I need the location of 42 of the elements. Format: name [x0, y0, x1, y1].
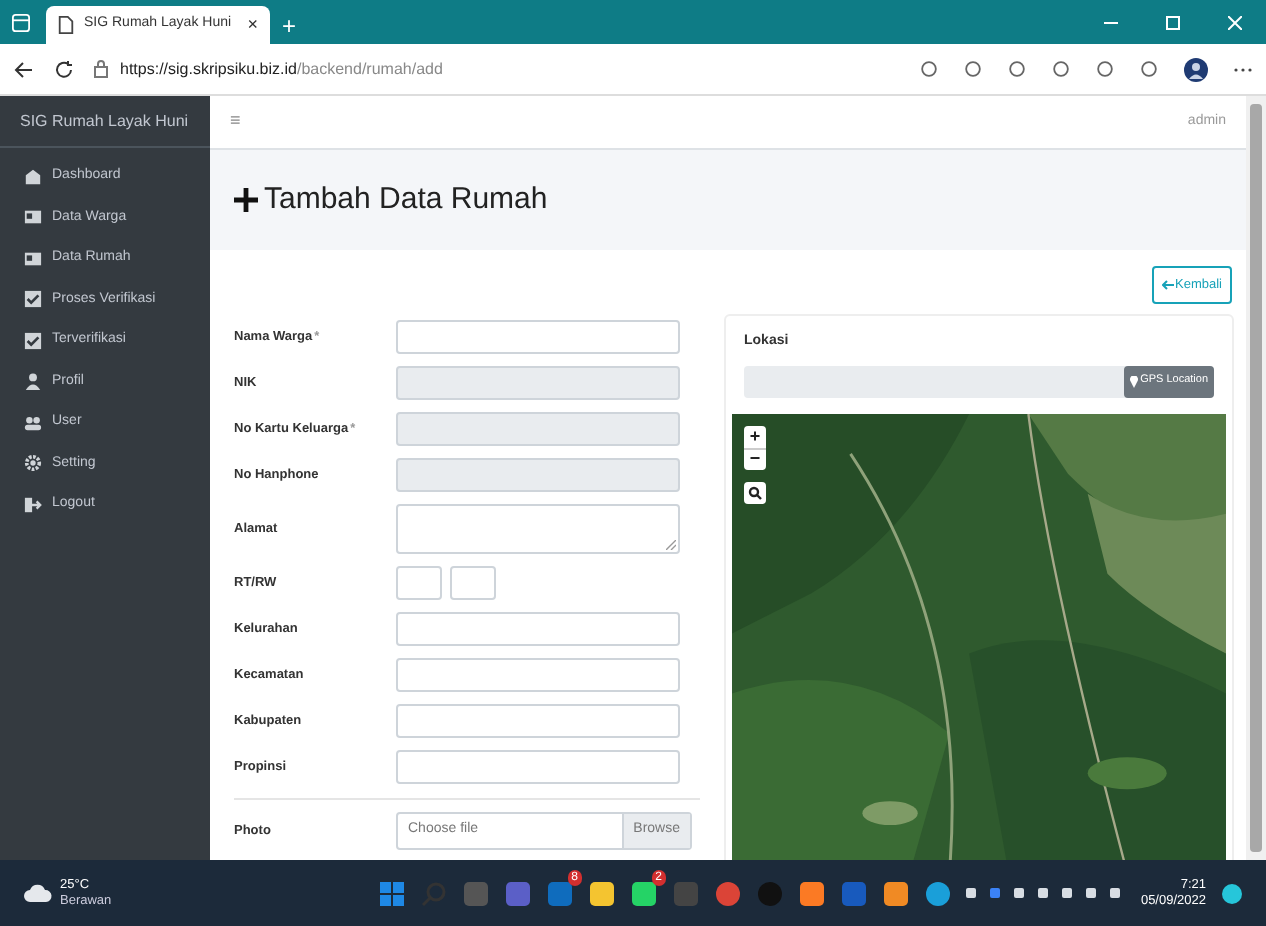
new-tab-button[interactable]: +	[282, 14, 297, 38]
tab-actions-icon[interactable]	[12, 14, 30, 32]
input-field[interactable]	[396, 320, 680, 354]
menu-toggle[interactable]: ≡	[230, 108, 241, 136]
back-arrow-icon[interactable]	[14, 59, 34, 79]
input-field[interactable]	[396, 704, 680, 738]
refresh-icon[interactable]	[54, 59, 74, 79]
maximize-icon[interactable]	[1166, 16, 1180, 30]
input-field[interactable]	[396, 366, 680, 400]
gear-icon	[24, 454, 42, 473]
page-title: Tambah Data Rumah	[264, 179, 548, 220]
left-arrow-icon	[1161, 280, 1174, 290]
zoom-out-button[interactable]: −	[744, 447, 766, 469]
resize-grip-icon	[666, 540, 676, 550]
users-icon	[24, 413, 42, 432]
close-icon[interactable]	[1228, 16, 1242, 30]
zoom-in-button[interactable]: +	[744, 425, 766, 447]
map-search-button[interactable]	[744, 481, 766, 503]
tab-close-button[interactable]: ×	[247, 16, 258, 34]
input-field[interactable]	[396, 612, 680, 646]
input-field[interactable]	[396, 458, 680, 492]
search-icon	[748, 485, 762, 499]
url-text[interactable]: https://sig.skripsiku.biz.id/backend/rumah/add	[120, 57, 443, 81]
profile-avatar-icon[interactable]	[1184, 57, 1208, 81]
checkbox-icon	[24, 331, 42, 350]
dashboard-icon	[24, 167, 42, 186]
plus-icon	[234, 188, 258, 212]
input-field[interactable]	[396, 412, 680, 446]
input-field[interactable]	[396, 566, 442, 600]
lock-icon	[94, 60, 108, 78]
windows-logo-icon[interactable]	[378, 879, 406, 907]
checkbox-icon	[24, 290, 42, 309]
user-icon	[24, 372, 42, 391]
logout-icon	[24, 495, 42, 514]
id-card-icon	[24, 208, 42, 227]
id-card-icon	[24, 249, 42, 268]
map-pin-icon	[1130, 375, 1139, 387]
input-field[interactable]	[450, 566, 496, 600]
input-field[interactable]	[396, 658, 680, 692]
scrollbar[interactable]	[1246, 96, 1266, 860]
page-icon	[58, 16, 74, 34]
input-field[interactable]	[396, 750, 680, 784]
